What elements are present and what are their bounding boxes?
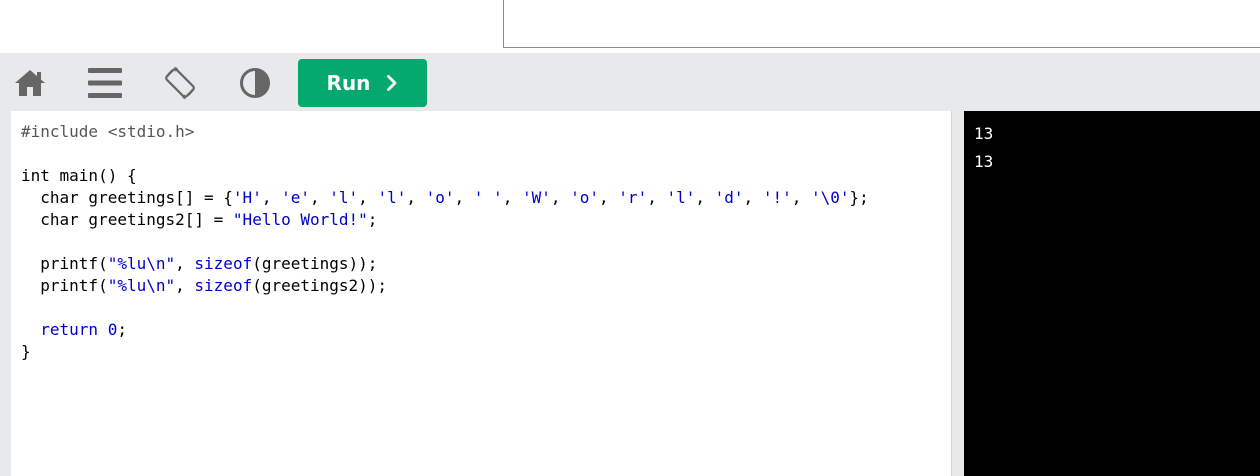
code-token: , bbox=[550, 188, 571, 207]
code-token: , bbox=[310, 188, 330, 207]
output-line: 13 bbox=[974, 124, 994, 143]
code-token: '\0' bbox=[810, 188, 850, 207]
code-token: char greetings[] = { bbox=[21, 188, 233, 207]
code-token: , bbox=[358, 188, 378, 207]
code-line: printf("%lu\n", sizeof(greetings2)); bbox=[21, 275, 869, 297]
code-token: (greetings2)); bbox=[252, 276, 388, 295]
code-token: , bbox=[175, 276, 195, 295]
code-token: , bbox=[406, 188, 426, 207]
chevron-right-icon bbox=[387, 75, 397, 91]
code-token: 'o' bbox=[570, 188, 600, 207]
code-token: } bbox=[21, 342, 31, 361]
code-token: 'W' bbox=[521, 188, 551, 207]
run-button[interactable]: Run bbox=[298, 59, 427, 107]
code-token: "%lu\n" bbox=[107, 254, 176, 273]
code-token: , bbox=[791, 188, 811, 207]
code-token: , bbox=[175, 254, 195, 273]
code-line: char greetings2[] = "Hello World!"; bbox=[21, 209, 869, 231]
code-token: char greetings2[] = bbox=[21, 210, 233, 229]
code-token: 'l' bbox=[377, 188, 407, 207]
code-token: 'l' bbox=[329, 188, 359, 207]
code-token: printf( bbox=[21, 254, 108, 273]
code-token: #include <stdio.h> bbox=[21, 122, 195, 141]
code-token: , bbox=[647, 188, 667, 207]
code-token: "%lu\n" bbox=[107, 276, 176, 295]
code-token: , bbox=[599, 188, 619, 207]
code-token: return bbox=[40, 320, 99, 339]
code-editor[interactable]: #include <stdio.h> int main() { char gre… bbox=[11, 111, 952, 476]
code-line: int main() { bbox=[21, 165, 869, 187]
code-token: , bbox=[695, 188, 715, 207]
code-token: '!' bbox=[762, 188, 792, 207]
top-input-box[interactable] bbox=[503, 0, 1260, 48]
code-token: printf( bbox=[21, 276, 108, 295]
code-token: "Hello World!" bbox=[232, 210, 368, 229]
code-line: char greetings[] = {'H', 'e', 'l', 'l', … bbox=[21, 187, 869, 209]
rotate-screen-icon[interactable] bbox=[163, 66, 197, 100]
code-token: , bbox=[454, 188, 474, 207]
menu-icon[interactable] bbox=[88, 66, 122, 100]
output-panel: 13 13 bbox=[964, 111, 1260, 476]
code-token: , bbox=[261, 188, 282, 207]
code-token: ; bbox=[117, 320, 127, 339]
code-token: int main() { bbox=[21, 166, 137, 185]
code-line: #include <stdio.h> bbox=[21, 121, 869, 143]
home-icon[interactable] bbox=[13, 66, 47, 100]
code-token: 'o' bbox=[425, 188, 455, 207]
code-token: ' ' bbox=[473, 188, 503, 207]
code-token: 'e' bbox=[281, 188, 310, 207]
code-token: 'r' bbox=[618, 188, 648, 207]
code-token: , bbox=[743, 188, 763, 207]
code-content: #include <stdio.h> int main() { char gre… bbox=[21, 121, 869, 363]
code-token: 'H' bbox=[232, 188, 262, 207]
contrast-icon[interactable] bbox=[238, 66, 272, 100]
code-line: return 0; bbox=[21, 319, 869, 341]
code-token: 'l' bbox=[666, 188, 696, 207]
code-token: sizeof bbox=[194, 276, 253, 295]
code-token: }; bbox=[849, 188, 869, 207]
code-token: , bbox=[502, 188, 522, 207]
code-line: printf("%lu\n", sizeof(greetings)); bbox=[21, 253, 869, 275]
code-line: } bbox=[21, 341, 869, 363]
code-token: (greetings)); bbox=[252, 254, 378, 273]
output-line: 13 bbox=[974, 152, 994, 171]
code-token: sizeof bbox=[194, 254, 253, 273]
code-token: 0 bbox=[107, 320, 118, 339]
code-token: 'd' bbox=[714, 188, 744, 207]
code-token: ; bbox=[367, 210, 378, 229]
run-button-label: Run bbox=[326, 71, 371, 95]
